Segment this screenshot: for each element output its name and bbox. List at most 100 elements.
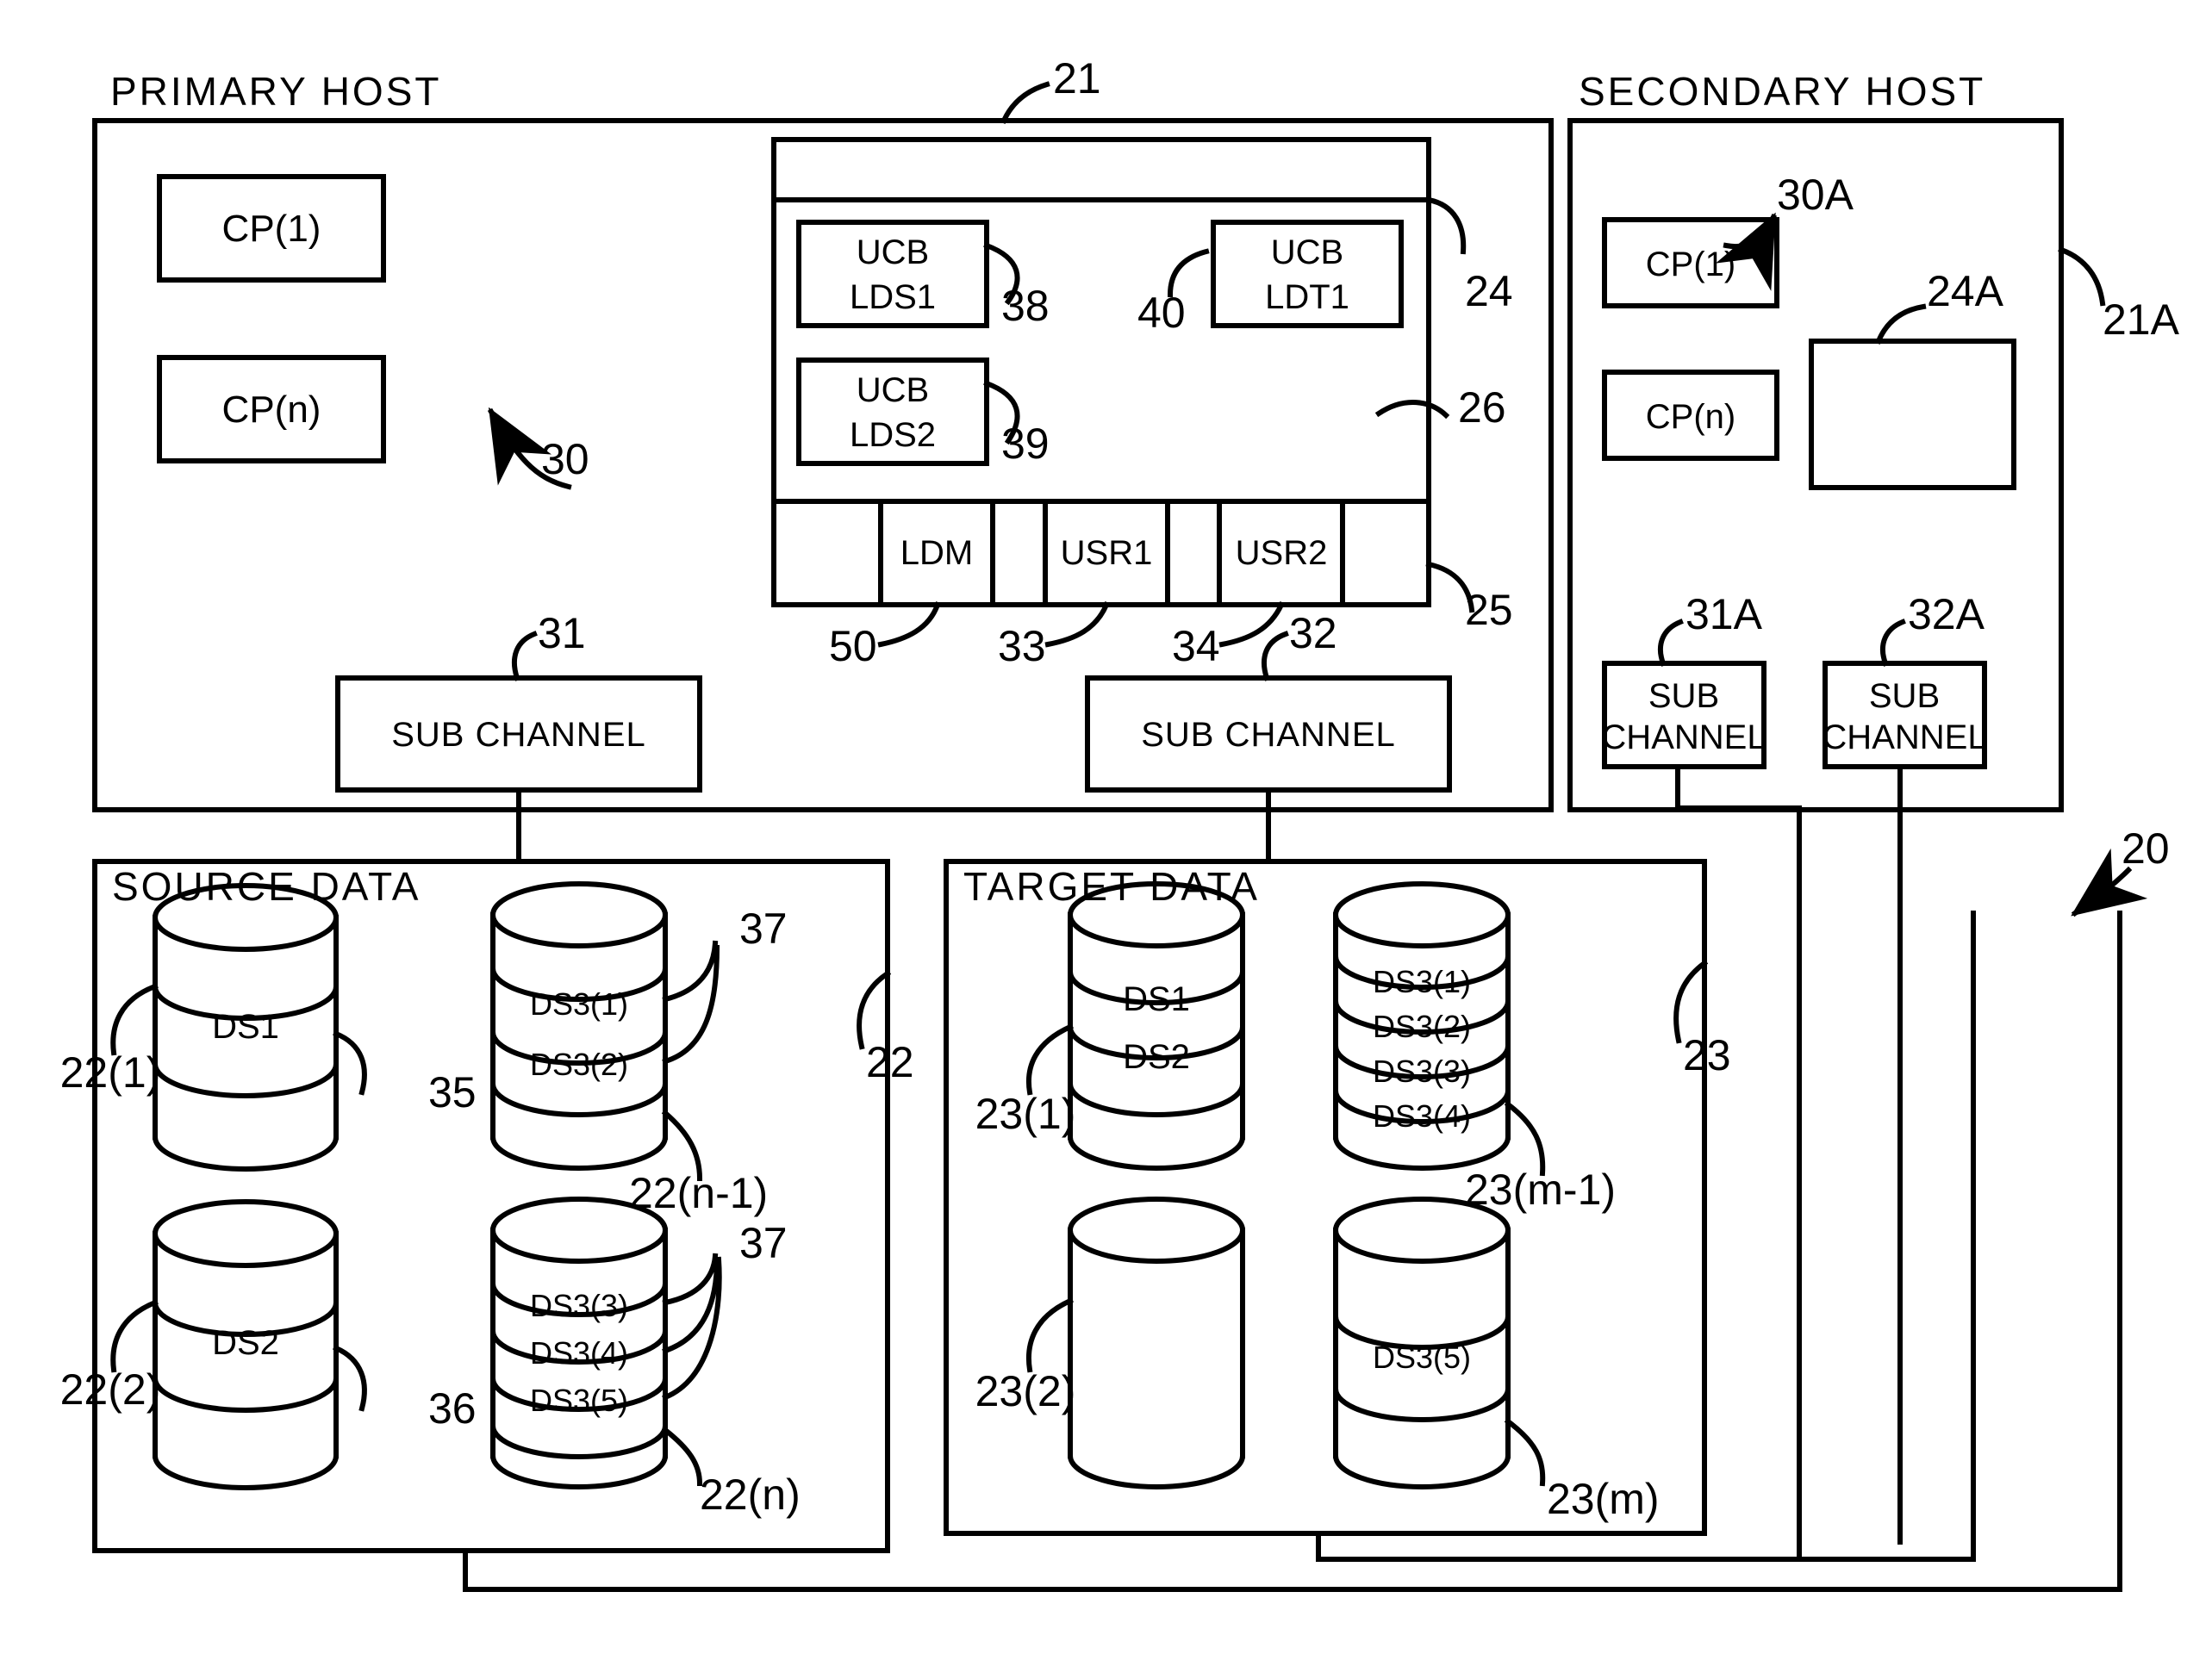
- cylinder-label-ds3-3-source: DS3(3): [530, 1288, 628, 1323]
- secondary-subchannel-31a-line1: SUB: [1648, 677, 1719, 715]
- ref-22: 22: [866, 1038, 914, 1086]
- cylinder-22-n-1: [489, 881, 669, 1171]
- secondary-cp1-label: CP(1): [1646, 246, 1735, 283]
- cylinder-label-ds3-4-source: DS3(4): [530, 1335, 628, 1371]
- ref-24-leader: [1425, 196, 1467, 255]
- primary-subchannel-31-label: SUB CHANNEL: [391, 716, 646, 754]
- ref-23-1: 23(1): [975, 1090, 1076, 1138]
- ref-22-n-leader: [661, 1426, 703, 1487]
- ref-30: 30: [541, 435, 589, 483]
- ref-22-2-leader: [110, 1299, 159, 1373]
- cylinder-label-ds1-source: DS1: [212, 1008, 279, 1046]
- ref-21a: 21A: [2103, 295, 2180, 344]
- primary-subchannel-32-label: SUB CHANNEL: [1141, 716, 1396, 754]
- ref-40: 40: [1137, 289, 1186, 337]
- ref-31a: 31A: [1685, 590, 1763, 638]
- ucb-ldt1-line1: UCB: [1271, 233, 1343, 271]
- cylinder-23-2: [1067, 1197, 1246, 1489]
- ref-23-m: 23(m): [1547, 1475, 1660, 1523]
- ref-23-leader: [1673, 959, 1709, 1044]
- secondary-cpn-label: CP(n): [1646, 398, 1735, 436]
- ref-50: 50: [829, 622, 877, 670]
- ref-31: 31: [538, 609, 586, 657]
- ref-22-n-1: 22(n-1): [629, 1169, 768, 1217]
- ref-22-n: 22(n): [700, 1471, 801, 1519]
- ref-38: 38: [1001, 282, 1050, 330]
- ref-23-1-leader: [1026, 1023, 1074, 1096]
- ref-21-leader: [1000, 81, 1050, 124]
- primary-cp1-label: CP(1): [222, 208, 321, 250]
- patent-figure: PRIMARY HOST SECONDARY HOST SOURCE DATA …: [0, 0, 2212, 1654]
- cylinder-label-ds3-1-source: DS3(1): [530, 986, 628, 1022]
- ref-33: 33: [998, 622, 1046, 670]
- ref-24a-leader: [1875, 303, 1927, 345]
- ucb-lds2-line2: LDS2: [850, 416, 936, 454]
- secondary-subchannel-32a-line2: CHANNEL: [1822, 718, 1986, 756]
- ref-36-leader: [333, 1345, 367, 1412]
- ref-32a: 32A: [1908, 590, 1985, 638]
- secondary-host-box: [1567, 118, 2064, 812]
- cylinder-label-ds3-4-target: DS3(4): [1373, 1098, 1471, 1134]
- ref-26: 26: [1458, 383, 1506, 432]
- ref-24a: 24A: [1927, 267, 2004, 315]
- ref-21a-leader: [2058, 246, 2106, 307]
- ref-37-leader-c: [662, 1253, 719, 1306]
- prog-usr2-label: USR2: [1236, 534, 1328, 572]
- wire-31a-route: [1675, 764, 1802, 1562]
- cylinder-label-ds3-5-source: DS3(5): [530, 1383, 628, 1418]
- cylinder-label-ds3-3-target: DS3(3): [1373, 1054, 1471, 1089]
- ref-23-2: 23(2): [975, 1367, 1076, 1415]
- ref-35: 35: [428, 1068, 477, 1116]
- ref-30a: 30A: [1777, 171, 1854, 219]
- ucb-lds1-line1: UCB: [857, 233, 929, 271]
- ref-22-leader: [857, 969, 892, 1050]
- ucb-lds2-line1: UCB: [857, 371, 929, 409]
- ref-22-2: 22(2): [60, 1365, 161, 1414]
- ref-36: 36: [428, 1384, 477, 1433]
- secondary-subchannel-31a-line2: CHANNEL: [1601, 718, 1766, 756]
- cylinder-label-ds3-2-target: DS3(2): [1373, 1009, 1471, 1044]
- prog-usr1-label: USR1: [1061, 534, 1153, 572]
- target-data-title: TARGET DATA: [963, 864, 1260, 909]
- ref-50-leader: [877, 601, 941, 648]
- ref-21: 21: [1053, 54, 1101, 103]
- ref-32-leader: [1262, 631, 1289, 681]
- ref-37-leader-e: [662, 1256, 722, 1401]
- ref-31-leader: [511, 631, 538, 681]
- ref-32: 32: [1289, 609, 1337, 657]
- ref-37-b: 37: [739, 1219, 788, 1267]
- cylinder-label-ds3-5-target: DS3(5): [1373, 1340, 1471, 1375]
- ref-23-m-1: 23(m-1): [1465, 1166, 1616, 1214]
- primary-host-title: PRIMARY HOST: [110, 69, 441, 114]
- ref-33-leader: [1044, 601, 1110, 648]
- cylinder-label-ds2-target: DS2: [1123, 1038, 1190, 1076]
- ref-35-leader: [333, 1030, 367, 1096]
- ref-24: 24: [1465, 267, 1513, 315]
- ref-23-2-leader: [1026, 1297, 1074, 1373]
- ref-20-leader: [2071, 848, 2148, 917]
- ref-37-a: 37: [739, 905, 788, 953]
- primary-cpn-label: CP(n): [222, 389, 321, 431]
- ref-34-leader: [1218, 601, 1285, 648]
- ref-26-leader: [1374, 400, 1450, 420]
- ref-39: 39: [1001, 420, 1050, 468]
- prog-ldm-label: LDM: [900, 534, 973, 572]
- secondary-subchannel-32a-line1: SUB: [1869, 677, 1940, 715]
- cylinder-label-ds3-2-source: DS3(2): [530, 1047, 628, 1082]
- ref-23-m-1-leader: [1504, 1100, 1546, 1177]
- secondary-host-title: SECONDARY HOST: [1579, 69, 1985, 114]
- ref-23-m-leader: [1504, 1417, 1546, 1487]
- ref-34: 34: [1172, 622, 1220, 670]
- ucb-ldt1-line2: LDT1: [1265, 278, 1349, 316]
- ref-25: 25: [1465, 586, 1513, 634]
- cylinder-label-ds3-1-target: DS3(1): [1373, 964, 1471, 999]
- ucb-lds1-line2: LDS1: [850, 278, 936, 316]
- secondary-memory-box: [1809, 339, 2016, 490]
- ref-20: 20: [2122, 824, 2170, 873]
- ref-23: 23: [1683, 1031, 1731, 1079]
- cylinder-23-1: [1067, 881, 1246, 1171]
- cylinder-label-ds1-target: DS1: [1123, 980, 1190, 1018]
- ref-31a-leader: [1657, 619, 1684, 667]
- ref-32a-leader: [1879, 619, 1906, 667]
- cylinder-label-ds2-source: DS2: [212, 1324, 279, 1362]
